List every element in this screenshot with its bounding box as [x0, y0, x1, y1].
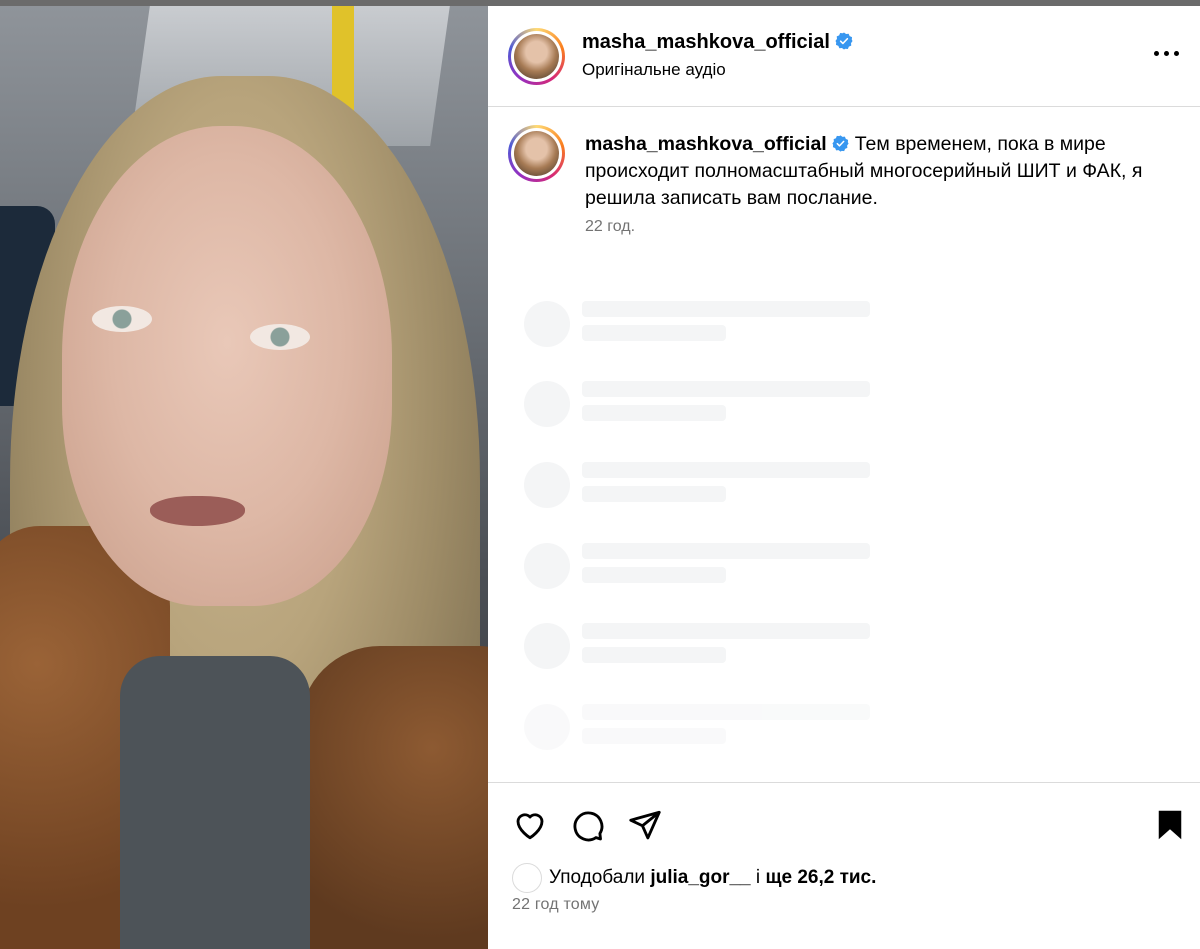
- share-icon[interactable]: [627, 807, 663, 843]
- bookmark-icon[interactable]: [1152, 807, 1188, 843]
- post-side-panel: masha_mashkova_official Оригінальне ауді…: [488, 6, 1200, 949]
- video-subject-sweater: [120, 656, 310, 949]
- liked-by-prefix: Уподобали: [549, 867, 646, 888]
- comment-skeleton: [488, 462, 1200, 522]
- author-avatar[interactable]: [508, 28, 565, 85]
- post-timestamp[interactable]: 22 год тому: [512, 896, 599, 914]
- comment-skeleton: [488, 381, 1200, 441]
- liked-by-joiner: і: [755, 867, 761, 888]
- author-username[interactable]: masha_mashkova_official: [582, 31, 830, 53]
- comment-icon[interactable]: [569, 807, 605, 843]
- video-subject-eye-right: [250, 324, 310, 350]
- likes-summary: Уподобали julia_gor__ і ще 26,2 тис.: [512, 863, 876, 893]
- comment-skeleton: [488, 301, 1200, 361]
- liked-by-user[interactable]: julia_gor__: [650, 867, 750, 889]
- comment-skeleton: [488, 623, 1200, 683]
- post-video[interactable]: [0, 6, 488, 949]
- video-subject-face: [62, 126, 392, 606]
- caption-author-username[interactable]: masha_mashkova_official: [585, 133, 827, 155]
- author-line: masha_mashkova_official: [582, 31, 853, 54]
- likes-count[interactable]: ще 26,2 тис.: [765, 867, 876, 889]
- video-subject-mouth: [150, 496, 245, 526]
- more-options-icon[interactable]: [1154, 46, 1180, 60]
- caption-text-block: masha_mashkova_official Тем временем, по…: [585, 131, 1155, 212]
- verified-badge-icon: [835, 32, 853, 50]
- video-subject-eye-left: [92, 306, 152, 332]
- heart-icon[interactable]: [512, 807, 548, 843]
- caption-timestamp[interactable]: 22 год.: [585, 218, 635, 236]
- caption-author-avatar[interactable]: [508, 125, 565, 182]
- comment-skeleton: [488, 704, 1200, 764]
- comment-skeleton: [488, 543, 1200, 603]
- liker-avatar[interactable]: [512, 863, 542, 893]
- post-header: masha_mashkova_official Оригінальне ауді…: [488, 6, 1200, 107]
- verified-badge-icon: [832, 135, 849, 152]
- post-actions: Уподобали julia_gor__ і ще 26,2 тис. 22 …: [488, 782, 1200, 949]
- video-subject-coat-right: [300, 646, 488, 949]
- audio-link[interactable]: Оригінальне аудіо: [582, 60, 726, 80]
